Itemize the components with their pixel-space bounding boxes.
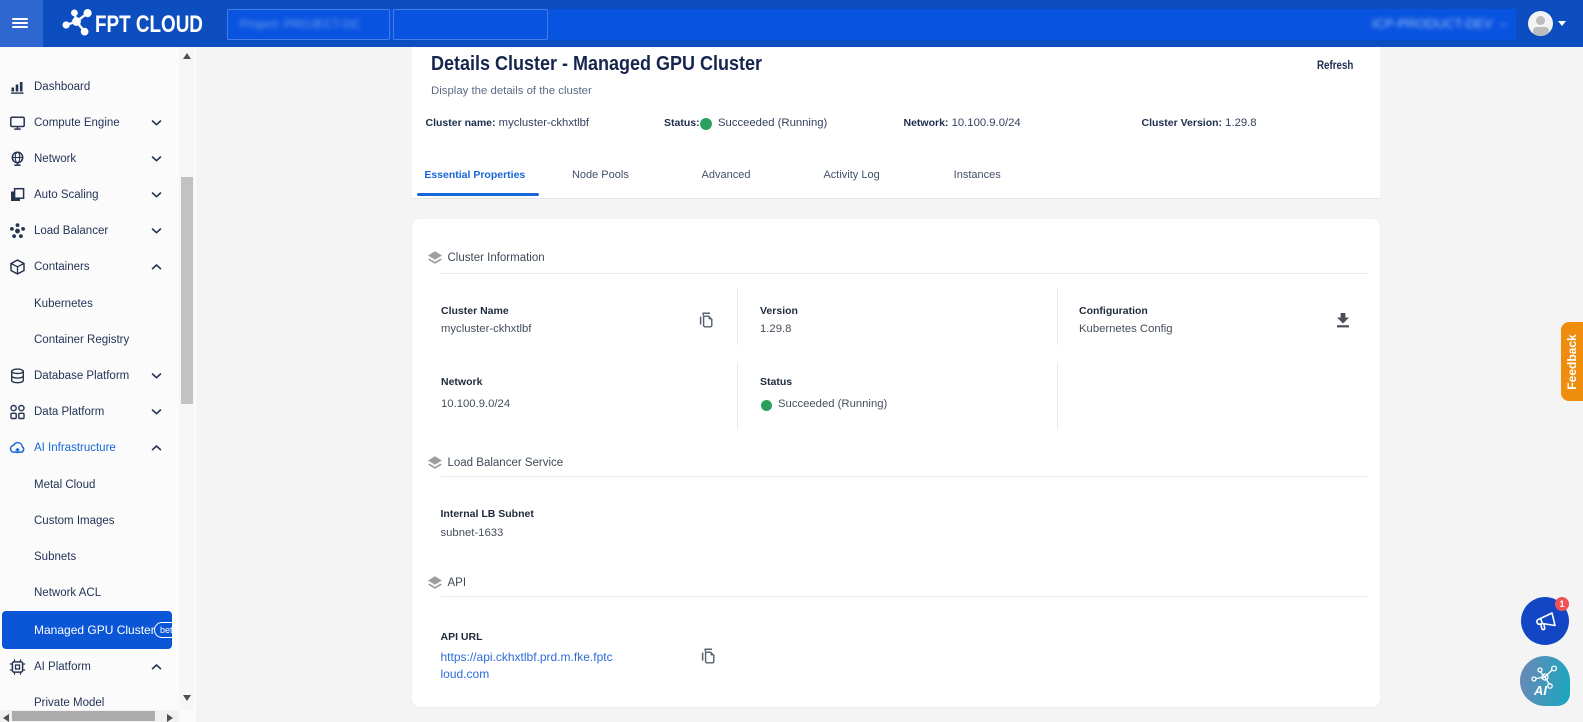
svg-text:AI: AI [1533, 683, 1547, 698]
